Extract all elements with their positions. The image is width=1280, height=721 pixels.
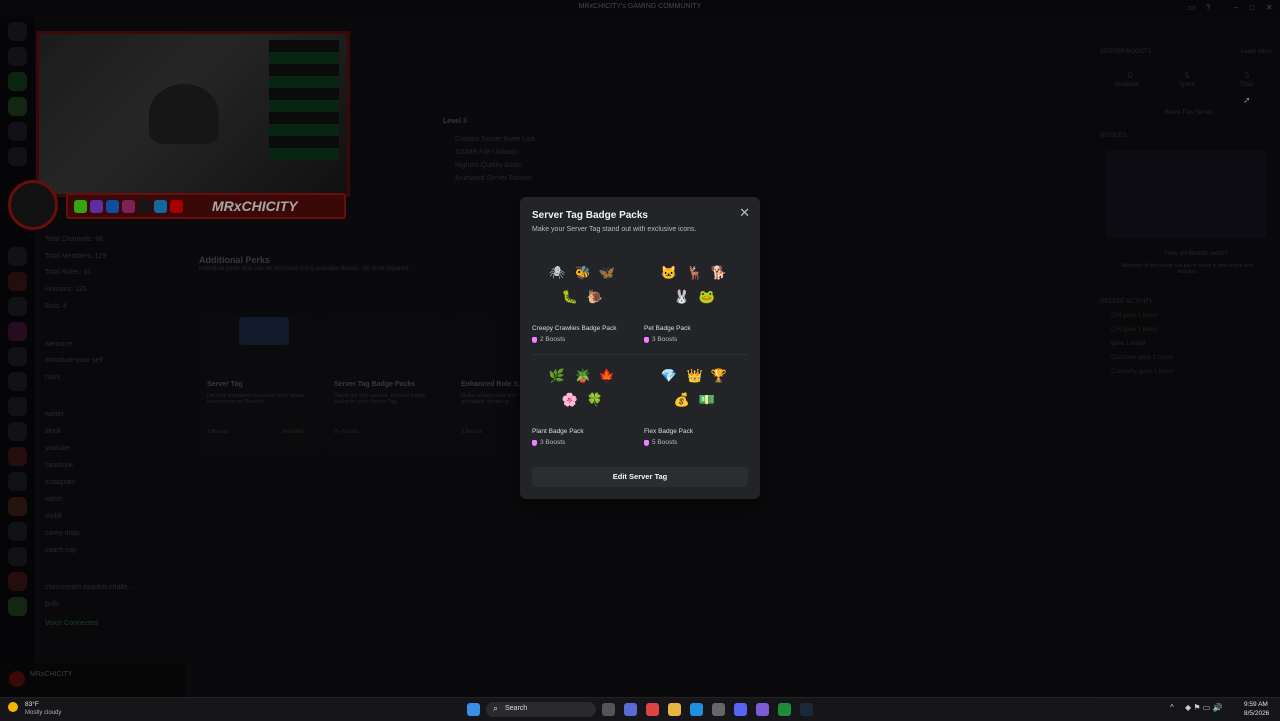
edit-server-tag-button[interactable]: Edit Server Tag — [532, 467, 748, 487]
file-explorer-icon[interactable] — [668, 703, 681, 716]
spider-icon: 🕷 — [548, 265, 566, 280]
flower-icon: 🌸 — [561, 392, 579, 407]
pack-name: Flex Badge Pack — [644, 428, 694, 435]
badge-packs-modal: Server Tag Badge Packs Make your Server … — [520, 197, 760, 499]
pack-name: Pet Badge Pack — [644, 325, 691, 332]
badge-icons: 🕷 🐝 🦋 🐛 🐌 — [532, 261, 642, 325]
weather-temp: 83°F — [25, 701, 39, 708]
clover-icon: 🍀 — [586, 392, 604, 407]
pack-name: Creepy Crawlies Badge Pack — [532, 325, 617, 332]
app-icon[interactable] — [756, 703, 769, 716]
modal-subtitle: Make your Server Tag stand out with excl… — [532, 226, 697, 233]
taskbar: 83°F Mostly cloudy ⌕ Search ^ ◆ ⚑ ▭ 🔊 9:… — [0, 697, 1280, 721]
tray-chevron-icon[interactable]: ^ — [1170, 703, 1174, 712]
pack-cost: 5 Boosts — [644, 439, 754, 446]
close-icon[interactable]: ✕ — [739, 205, 750, 221]
butterfly-icon: 🦋 — [598, 265, 616, 280]
search-icon: ⌕ — [493, 703, 499, 713]
weather-icon[interactable] — [8, 702, 18, 712]
boost-gem-icon — [532, 439, 537, 446]
crown-icon: 👑 — [686, 368, 704, 383]
store-icon[interactable] — [712, 703, 725, 716]
clock-date[interactable]: 8/5/2026 — [1244, 710, 1269, 717]
boost-gem-icon — [532, 336, 537, 343]
dog-icon: 🐕 — [710, 265, 728, 280]
badge-icons: 🌿 🪴 🍁 🌸 🍀 — [532, 364, 642, 428]
xbox-icon[interactable] — [778, 703, 791, 716]
weather-desc: Mostly cloudy — [25, 710, 62, 716]
frog-icon: 🐸 — [698, 289, 716, 304]
badge-pack-pet[interactable]: 🐱 🦌 🐕 🐰 🐸 Pet Badge Pack 3 Boosts — [644, 261, 754, 343]
clock-time[interactable]: 9:59 AM — [1244, 701, 1268, 708]
search-label: Search — [505, 705, 528, 712]
windows-start-icon[interactable] — [467, 703, 480, 716]
boost-gem-icon — [644, 439, 649, 446]
potted-plant-icon: 🪴 — [574, 368, 592, 383]
rabbit-icon: 🐰 — [673, 289, 691, 304]
bee-icon: 🐝 — [574, 265, 592, 280]
money-bag-icon: 💰 — [673, 392, 691, 407]
divider — [532, 354, 748, 355]
pack-cost: 3 Boosts — [532, 439, 642, 446]
boost-gem-icon — [644, 336, 649, 343]
teams-icon[interactable] — [624, 703, 637, 716]
tray-icons[interactable]: ◆ ⚑ ▭ 🔊 — [1185, 703, 1223, 712]
deer-icon: 🦌 — [686, 265, 704, 280]
cat-icon: 🐱 — [660, 265, 678, 280]
modal-title: Server Tag Badge Packs — [532, 210, 648, 221]
caterpillar-icon: 🐛 — [561, 289, 579, 304]
badge-pack-creepy-crawlies[interactable]: 🕷 🐝 🦋 🐛 🐌 Creepy Crawlies Badge Pack 2 B… — [532, 261, 642, 343]
discord-icon[interactable] — [734, 703, 747, 716]
badge-icons: 🐱 🦌 🐕 🐰 🐸 — [644, 261, 754, 325]
task-view-icon[interactable] — [602, 703, 615, 716]
pack-name: Plant Badge Pack — [532, 428, 584, 435]
search-box[interactable]: ⌕ Search — [486, 702, 596, 717]
pack-cost: 3 Boosts — [644, 336, 754, 343]
cash-icon: 💵 — [698, 392, 716, 407]
diamond-icon: 💎 — [660, 368, 678, 383]
edge-icon[interactable] — [690, 703, 703, 716]
chrome-icon[interactable] — [646, 703, 659, 716]
steam-icon[interactable] — [800, 703, 813, 716]
maple-leaf-icon: 🍁 — [598, 368, 616, 383]
badge-pack-flex[interactable]: 💎 👑 🏆 💰 💵 Flex Badge Pack 5 Boosts — [644, 364, 754, 446]
pack-cost: 2 Boosts — [532, 336, 642, 343]
trophy-icon: 🏆 — [710, 368, 728, 383]
badge-icons: 💎 👑 🏆 💰 💵 — [644, 364, 754, 428]
badge-pack-plant[interactable]: 🌿 🪴 🍁 🌸 🍀 Plant Badge Pack 3 Boosts — [532, 364, 642, 446]
herb-icon: 🌿 — [548, 368, 566, 383]
snail-icon: 🐌 — [586, 289, 604, 304]
